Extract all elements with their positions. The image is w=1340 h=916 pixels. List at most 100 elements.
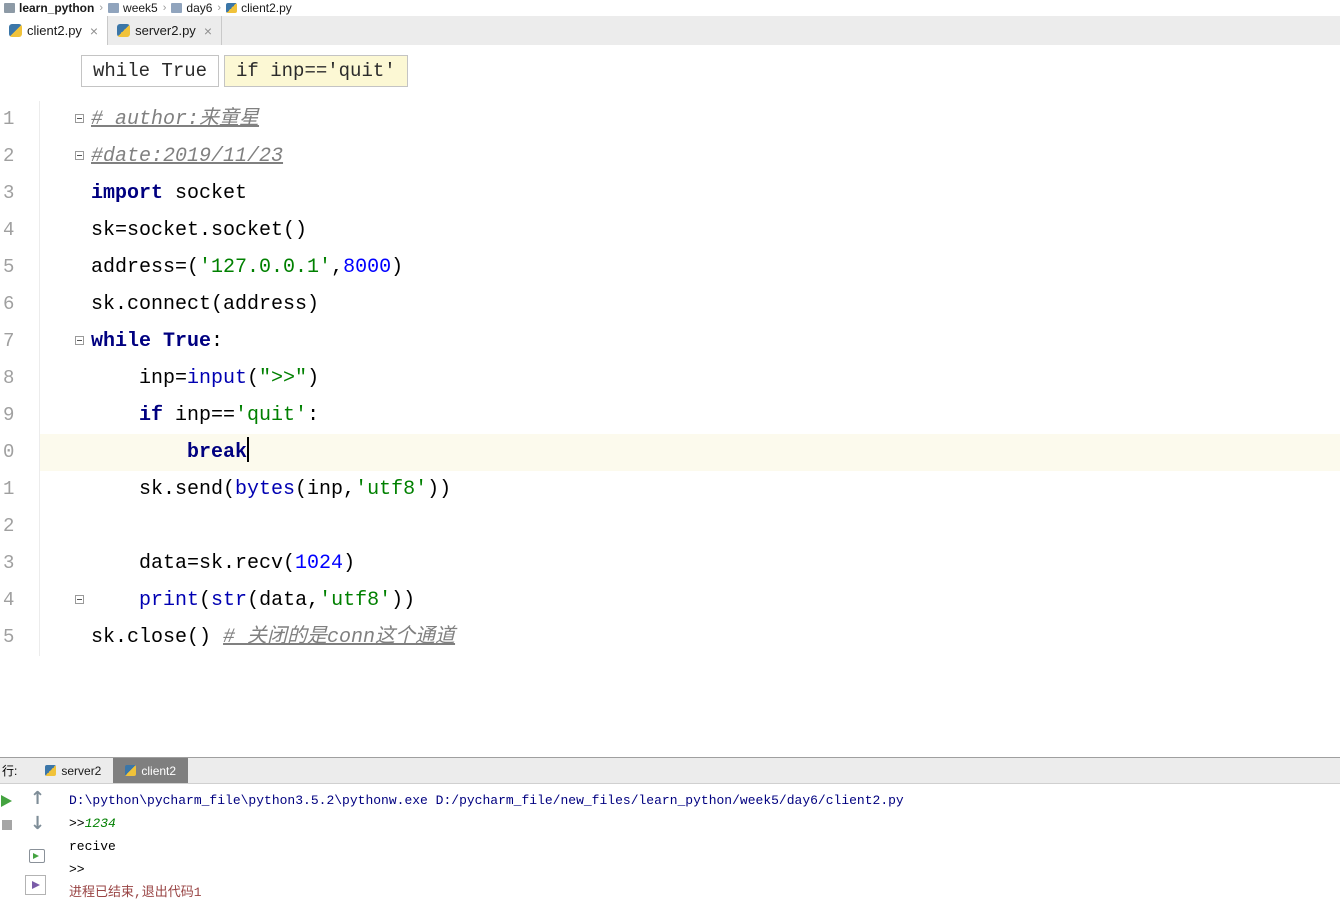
python-run-icon	[125, 765, 137, 776]
code-editor[interactable]: while True if inp=='quit' 1 # author:来童星 2 #…	[0, 45, 1340, 757]
code-line[interactable]: 3 import socket	[0, 175, 1340, 212]
code-line[interactable]: 8 inp=input(">>")	[0, 360, 1340, 397]
code-line[interactable]: 5 address=('127.0.0.1',8000)	[0, 249, 1340, 286]
code-text: sk=socket.socket()	[91, 219, 308, 242]
code-text: sk.close() # 关闭的是conn这个通道	[91, 626, 456, 649]
fold-gutter	[40, 249, 88, 286]
console-line: >>1234	[69, 816, 116, 831]
line-number[interactable]: 4	[0, 582, 40, 619]
code-line[interactable]: 0 break	[0, 434, 1340, 471]
line-number[interactable]: 5	[0, 619, 40, 656]
fold-marker-icon[interactable]	[75, 595, 84, 604]
fold-marker-icon[interactable]	[75, 336, 84, 345]
code-text: data=sk.recv(1024)	[91, 552, 356, 575]
tab-close-icon[interactable]: ×	[204, 24, 212, 38]
code-line[interactable]: 4 sk=socket.socket()	[0, 212, 1340, 249]
code-line-body: address=('127.0.0.1',8000)	[40, 249, 1340, 286]
line-number[interactable]: 6	[0, 286, 40, 323]
fold-gutter	[40, 397, 88, 434]
run-tool-window: 行: server2 client2 D:\python\pycharm_file…	[0, 757, 1340, 916]
code-line-body: sk.close() # 关闭的是conn这个通道	[40, 619, 1340, 656]
editor-tab-bar: client2.py × server2.py ×	[0, 16, 1340, 45]
run-tab-server2[interactable]: server2	[33, 758, 113, 783]
code-text: sk.send(bytes(inp,'utf8'))	[91, 478, 452, 501]
rerun-icon[interactable]	[1, 795, 12, 807]
console-line: recive	[69, 839, 116, 854]
line-number[interactable]: 4	[0, 212, 40, 249]
run-header: 行: server2 client2	[0, 758, 1340, 784]
code-lines: 1 # author:来童星 2 #date:2019/11/23 3 import so…	[0, 101, 1340, 656]
code-line[interactable]: 1 sk.send(bytes(inp,'utf8'))	[0, 471, 1340, 508]
breadcrumb-item-learn_python[interactable]: learn_python	[4, 1, 94, 15]
run-body: D:\python\pycharm_file\python3.5.2\pytho…	[0, 784, 1340, 916]
pycharm-window: learn_python › week5 › day6 › client2.py clien…	[0, 0, 1340, 916]
code-line-body: break	[40, 434, 1340, 471]
console-output[interactable]: D:\python\pycharm_file\python3.5.2\pytho…	[55, 784, 1340, 916]
line-number[interactable]: 9	[0, 397, 40, 434]
code-text: break	[88, 434, 250, 471]
fold-gutter	[40, 545, 88, 582]
breadcrumb: learn_python › week5 › day6 › client2.py	[0, 0, 1340, 16]
code-line[interactable]: 7 while True:	[0, 323, 1340, 360]
breadcrumb-label: week5	[123, 1, 158, 15]
line-number[interactable]: 8	[0, 360, 40, 397]
code-line[interactable]: 6 sk.connect(address)	[0, 286, 1340, 323]
run-toolbar	[0, 784, 55, 916]
line-number[interactable]: 3	[0, 545, 40, 582]
code-text: print(str(data,'utf8'))	[139, 589, 416, 612]
line-number[interactable]: 0	[0, 434, 40, 471]
fold-gutter	[40, 212, 88, 249]
fold-gutter	[40, 508, 88, 545]
tab-label: client2.py	[27, 23, 82, 38]
breadcrumb-label: client2.py	[241, 1, 292, 15]
line-number[interactable]: 1	[0, 471, 40, 508]
stop-icon[interactable]	[2, 820, 12, 830]
python-file-icon	[226, 3, 238, 13]
fold-gutter	[40, 619, 88, 656]
run-tab-label: server2	[61, 763, 102, 778]
code-text: if inp=='quit':	[139, 404, 320, 427]
code-line[interactable]: 5 sk.close() # 关闭的是conn这个通道	[0, 619, 1340, 656]
code-line[interactable]: 1 # author:来童星	[0, 101, 1340, 138]
code-line-body: # author:来童星	[40, 101, 1340, 138]
code-line-body: data=sk.recv(1024)	[40, 545, 1340, 582]
arrow-up-icon[interactable]	[30, 790, 45, 808]
line-number[interactable]: 2	[0, 508, 40, 545]
run-panel-title: 行:	[2, 764, 18, 778]
code-line[interactable]: 3 data=sk.recv(1024)	[0, 545, 1340, 582]
python-file-icon	[117, 24, 131, 37]
code-line-body: #date:2019/11/23	[40, 138, 1340, 175]
breadcrumb-item-day6[interactable]: day6	[171, 1, 212, 15]
line-number[interactable]: 7	[0, 323, 40, 360]
code-line[interactable]: 2 #date:2019/11/23	[0, 138, 1340, 175]
fold-gutter	[40, 286, 88, 323]
line-number[interactable]: 3	[0, 175, 40, 212]
fold-gutter	[40, 323, 88, 360]
line-number[interactable]: 1	[0, 101, 40, 138]
run-tabs: server2 client2	[33, 758, 189, 783]
line-number[interactable]: 2	[0, 138, 40, 175]
fold-gutter	[40, 101, 88, 138]
breadcrumb-item-week5[interactable]: week5	[108, 1, 158, 15]
code-line[interactable]: 2	[0, 508, 1340, 545]
console-icon[interactable]	[29, 849, 45, 863]
context-hint: while True	[81, 55, 220, 87]
editor-tab-client2-py[interactable]: client2.py ×	[0, 16, 109, 45]
code-line[interactable]: 4 print(str(data,'utf8'))	[0, 582, 1340, 619]
editor-tab-server2-py[interactable]: server2.py ×	[108, 16, 222, 45]
code-text: # author:来童星	[91, 108, 260, 131]
tab-close-icon[interactable]: ×	[90, 24, 98, 38]
fold-marker-icon[interactable]	[75, 114, 84, 123]
fold-gutter	[40, 582, 88, 619]
folder-icon	[108, 3, 120, 13]
fold-marker-icon[interactable]	[75, 151, 84, 160]
breadcrumb-label: learn_python	[19, 1, 95, 15]
run-tab-client2[interactable]: client2	[113, 758, 189, 783]
breadcrumb-item-client2.py[interactable]: client2.py	[226, 1, 292, 15]
line-number[interactable]: 5	[0, 249, 40, 286]
scroll-to-end-icon[interactable]	[25, 875, 46, 895]
arrow-down-icon[interactable]	[30, 815, 45, 833]
code-line-body: sk.send(bytes(inp,'utf8'))	[40, 471, 1340, 508]
code-line[interactable]: 9 if inp=='quit':	[0, 397, 1340, 434]
code-line-body: print(str(data,'utf8'))	[40, 582, 1340, 619]
